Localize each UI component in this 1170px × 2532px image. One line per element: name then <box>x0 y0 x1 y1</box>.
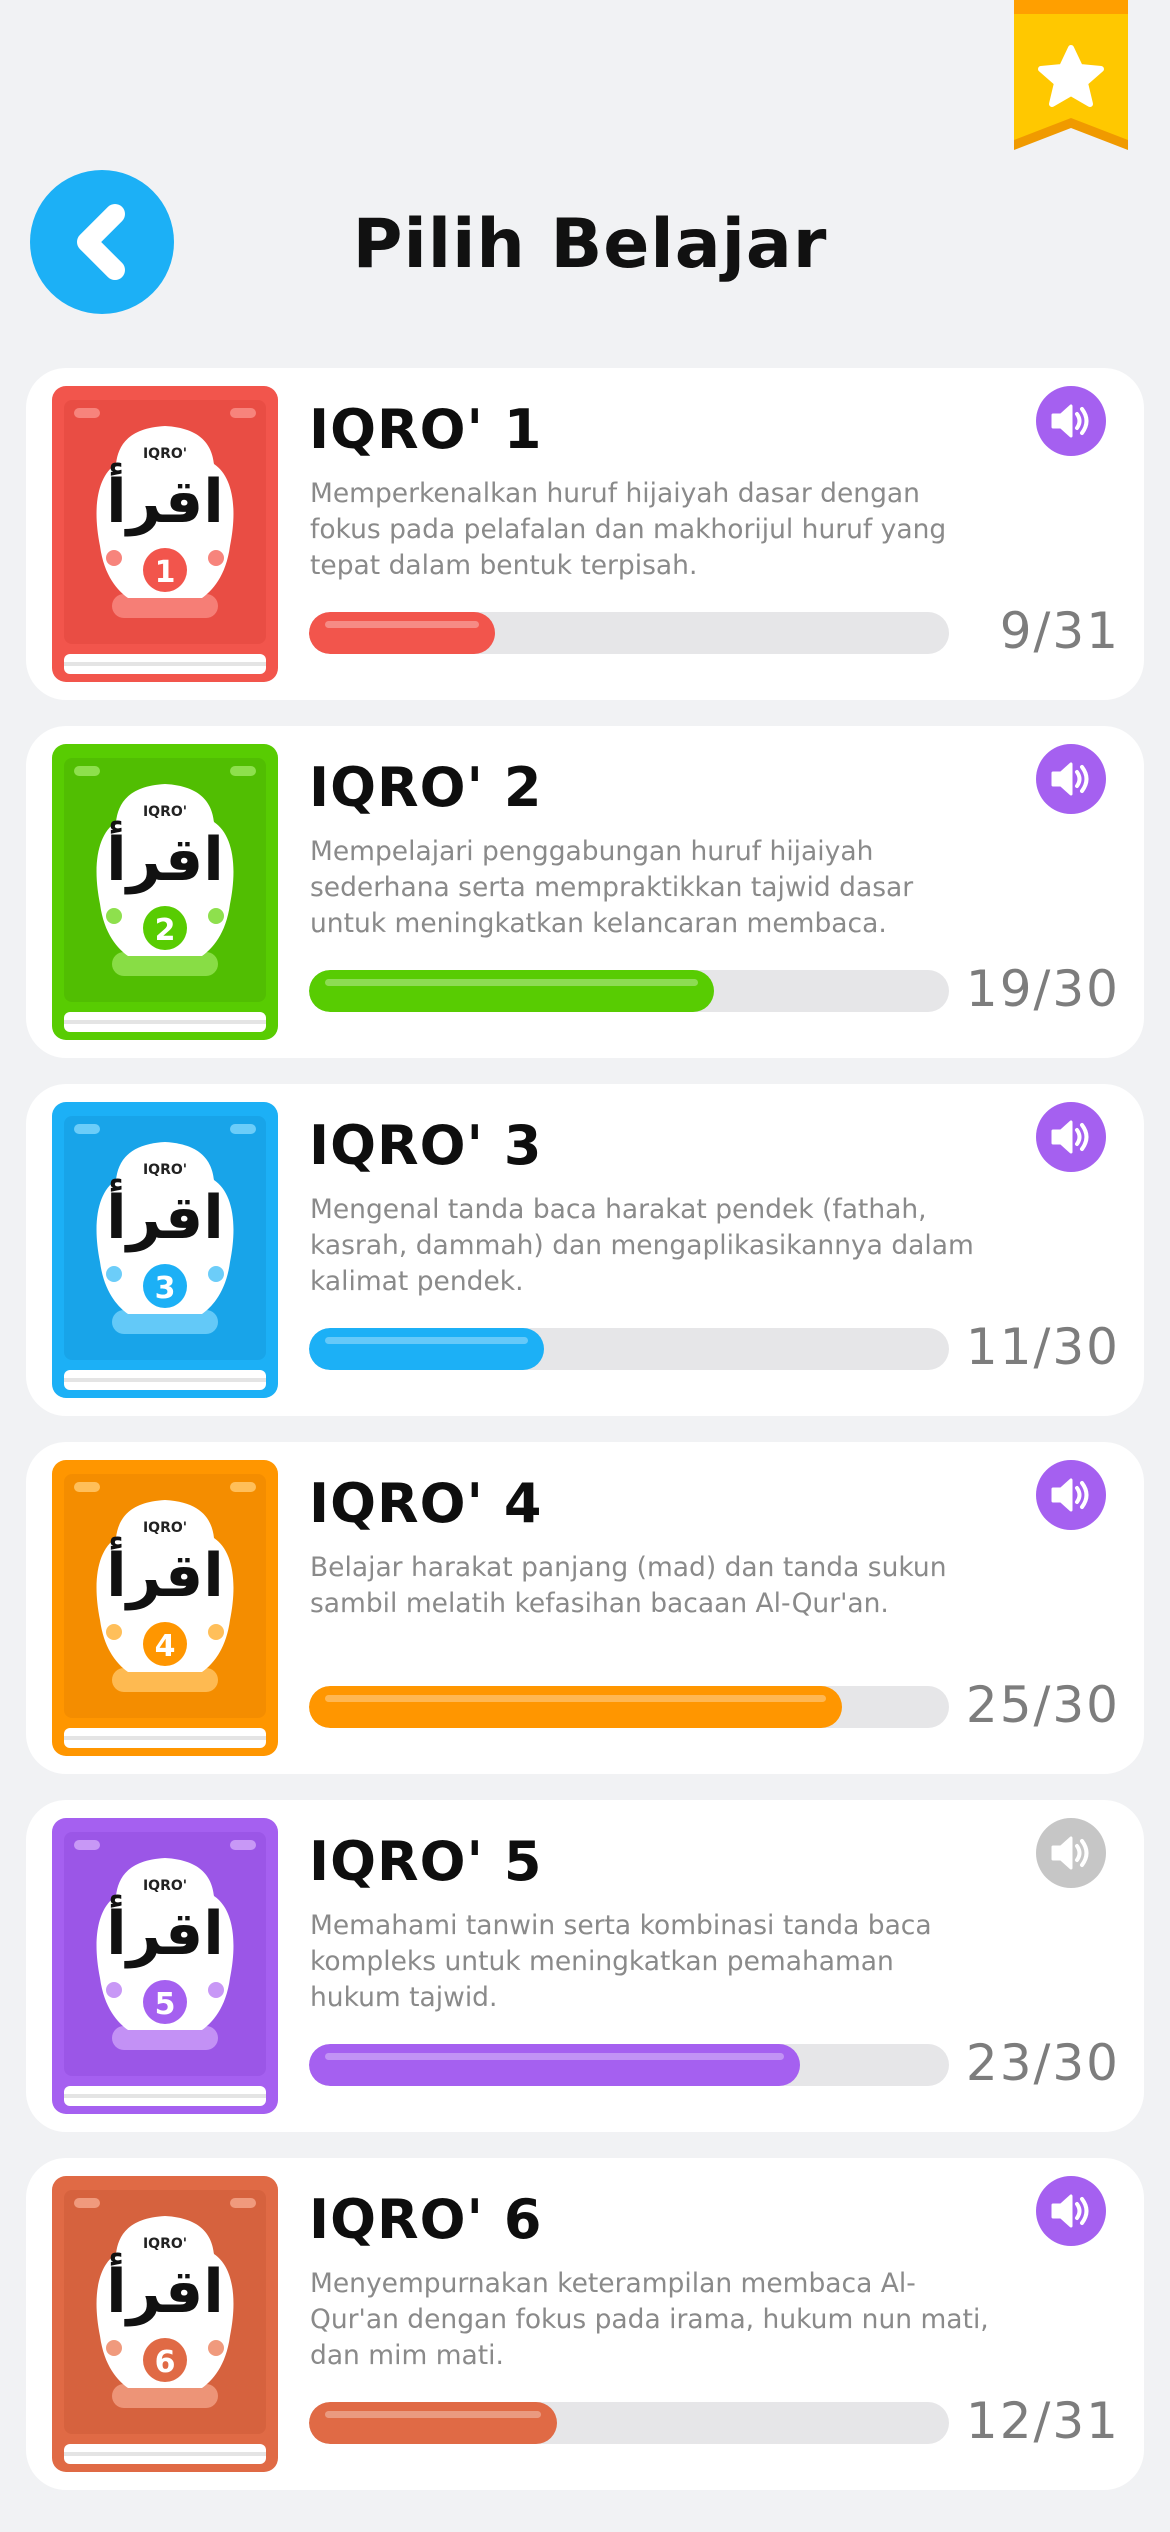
sound-button[interactable] <box>1036 744 1106 814</box>
screen: Pilih Belajar IQRO' اقرأ 1 IQRO' 1 Memperken… <box>0 0 1170 2532</box>
book-title: IQRO' 3 <box>309 1114 543 1177</box>
progress-fill <box>309 612 495 654</box>
speaker-icon <box>1051 2194 1089 2228</box>
cover-label: IQRO' <box>143 2236 187 2252</box>
book-cover: IQRO' اقرأ 2 <box>52 744 278 1040</box>
sound-button[interactable] <box>1036 1818 1106 1888</box>
progress-highlight <box>325 2411 541 2418</box>
book-card[interactable]: IQRO' اقرأ 4 IQRO' 4 Belajar harakat panjang… <box>26 1442 1144 1774</box>
sound-button[interactable] <box>1036 1460 1106 1530</box>
speaker-icon <box>1051 1478 1089 1512</box>
book-title: IQRO' 1 <box>309 398 543 461</box>
book-title: IQRO' 4 <box>309 1472 543 1535</box>
book-cover: IQRO' اقرأ 1 <box>52 386 278 682</box>
cover-arabic-title: اقرأ <box>106 1178 224 1253</box>
book-card[interactable]: IQRO' اقرأ 2 IQRO' 2 Mempelajari penggabunga… <box>26 726 1144 1058</box>
progress-bar <box>309 1686 949 1728</box>
book-description: Mengenal tanda baca harakat pendek (fath… <box>310 1194 974 1297</box>
cover-number: 5 <box>155 1987 176 2022</box>
speaker-icon <box>1051 762 1089 796</box>
book-card[interactable]: IQRO' اقرأ 5 IQRO' 5 Memahami tanwin serta k… <box>26 1800 1144 2132</box>
cover-number: 3 <box>155 1271 176 1306</box>
progress-highlight <box>325 1695 827 1702</box>
progress-highlight <box>325 979 699 986</box>
cover-number: 1 <box>155 555 176 590</box>
progress-highlight <box>325 1337 528 1344</box>
progress-highlight <box>325 621 479 628</box>
cover-arabic-title: اقرأ <box>106 2252 224 2327</box>
progress-count: 19/30 <box>965 960 1120 1018</box>
progress-bar <box>309 1328 949 1370</box>
speaker-icon <box>1051 404 1089 438</box>
page-title: Pilih Belajar <box>352 205 828 284</box>
progress-bar <box>309 970 949 1012</box>
book-cover: IQRO' اقرأ 4 <box>52 1460 278 1756</box>
book-title: IQRO' 6 <box>309 2188 543 2251</box>
progress-bar <box>309 2402 949 2444</box>
progress-highlight <box>325 2053 784 2060</box>
cover-label: IQRO' <box>143 1878 187 1894</box>
bookmark-ribbon[interactable] <box>1010 0 1132 162</box>
cover-label: IQRO' <box>143 1520 187 1536</box>
book-card[interactable]: IQRO' اقرأ 3 IQRO' 3 Mengenal tanda baca har… <box>26 1084 1144 1416</box>
progress-count: 25/30 <box>965 1676 1120 1734</box>
progress-count: 23/30 <box>965 2034 1120 2092</box>
sound-button[interactable] <box>1036 1102 1106 1172</box>
cover-label: IQRO' <box>143 1162 187 1178</box>
book-description: Menyempurnakan keterampilan membaca Al-Q… <box>310 2268 989 2371</box>
progress-fill <box>309 970 715 1012</box>
speaker-icon <box>1051 1120 1089 1154</box>
star-icon <box>1014 0 1128 150</box>
book-description: Memperkenalkan huruf hijaiyah dasar deng… <box>310 478 947 581</box>
progress-fill <box>309 2402 557 2444</box>
cover-label: IQRO' <box>143 446 187 462</box>
progress-fill <box>309 1686 843 1728</box>
cover-arabic-title: اقرأ <box>106 1536 224 1611</box>
progress-bar <box>309 612 949 654</box>
book-card[interactable]: IQRO' اقرأ 1 IQRO' 1 Memperkenalkan huruf hi… <box>26 368 1144 700</box>
cover-arabic-title: اقرأ <box>106 1894 224 1969</box>
progress-fill <box>309 1328 544 1370</box>
cover-number: 4 <box>155 1629 176 1664</box>
sound-button[interactable] <box>1036 386 1106 456</box>
book-title: IQRO' 2 <box>309 756 543 819</box>
book-description: Belajar harakat panjang (mad) dan tanda … <box>310 1552 947 1619</box>
cover-number: 2 <box>155 913 176 948</box>
progress-count: 9/31 <box>999 602 1120 660</box>
progress-bar <box>309 2044 949 2086</box>
cover-number: 6 <box>155 2345 176 2380</box>
book-description: Memahami tanwin serta kombinasi tanda ba… <box>310 1910 932 2013</box>
book-title: IQRO' 5 <box>309 1830 543 1893</box>
book-description: Mempelajari penggabungan huruf hijaiyah … <box>310 836 914 939</box>
cover-arabic-title: اقرأ <box>106 462 224 537</box>
progress-count: 11/30 <box>965 1318 1120 1376</box>
progress-fill <box>309 2044 800 2086</box>
cover-arabic-title: اقرأ <box>106 820 224 895</box>
sound-button[interactable] <box>1036 2176 1106 2246</box>
cover-label: IQRO' <box>143 804 187 820</box>
book-list: IQRO' اقرأ 1 IQRO' 1 Memperkenalkan huruf hi… <box>26 368 1144 2516</box>
book-cover: IQRO' اقرأ 3 <box>52 1102 278 1398</box>
book-cover: IQRO' اقرأ 6 <box>52 2176 278 2472</box>
book-cover: IQRO' اقرأ 5 <box>52 1818 278 2114</box>
speaker-icon <box>1051 1836 1089 1870</box>
progress-count: 12/31 <box>965 2392 1120 2450</box>
book-card[interactable]: IQRO' اقرأ 6 IQRO' 6 Menyempurnakan keteramp… <box>26 2158 1144 2490</box>
